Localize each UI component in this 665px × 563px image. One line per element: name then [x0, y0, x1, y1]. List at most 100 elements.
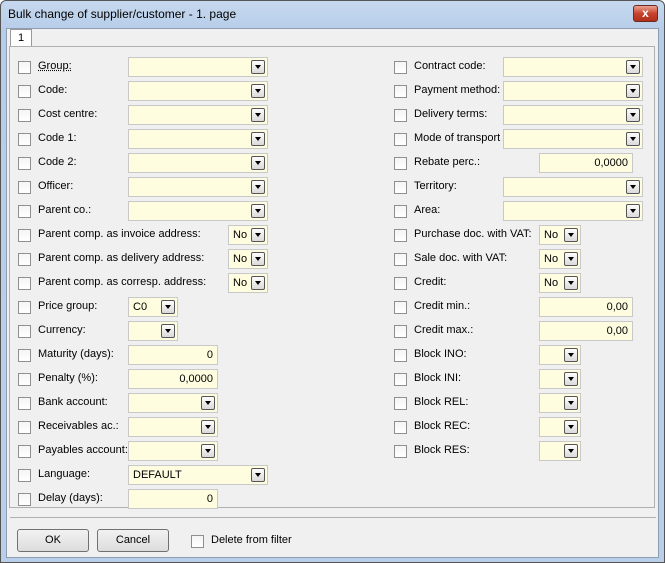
cost-centre-checkbox[interactable]: [18, 109, 31, 122]
territory-dropdown-arrow-icon[interactable]: [626, 180, 640, 194]
receivables-dropdown-arrow-icon[interactable]: [201, 420, 215, 434]
payables-checkbox[interactable]: [18, 445, 31, 458]
contract-code-dropdown-arrow-icon[interactable]: [626, 60, 640, 74]
parent-corresp-dropdown-arrow-icon[interactable]: [251, 276, 265, 290]
parent-corresp-checkbox[interactable]: [18, 277, 31, 290]
credit-min-field[interactable]: 0,00: [539, 297, 633, 317]
bank-account-field[interactable]: [128, 393, 218, 413]
territory-field[interactable]: [503, 177, 643, 197]
area-checkbox[interactable]: [394, 205, 407, 218]
cost-centre-dropdown-arrow-icon[interactable]: [251, 108, 265, 122]
block-rel-checkbox[interactable]: [394, 397, 407, 410]
parent-co-dropdown-arrow-icon[interactable]: [251, 204, 265, 218]
block-rec-field[interactable]: [539, 417, 581, 437]
contract-code-field[interactable]: [503, 57, 643, 77]
parent-invoice-dropdown-arrow-icon[interactable]: [251, 228, 265, 242]
sale-vat-dropdown-arrow-icon[interactable]: [564, 252, 578, 266]
maturity-field[interactable]: 0: [128, 345, 218, 365]
delivery-terms-field[interactable]: [503, 105, 643, 125]
language-dropdown-arrow-icon[interactable]: [251, 468, 265, 482]
block-ino-field[interactable]: [539, 345, 581, 365]
credit-dropdown-arrow-icon[interactable]: [564, 276, 578, 290]
block-ino-dropdown-arrow-icon[interactable]: [564, 348, 578, 362]
group-dropdown-arrow-icon[interactable]: [251, 60, 265, 74]
officer-dropdown-arrow-icon[interactable]: [251, 180, 265, 194]
group-checkbox[interactable]: [18, 61, 31, 74]
language-checkbox[interactable]: [18, 469, 31, 482]
mode-of-transport-dropdown-arrow-icon[interactable]: [626, 132, 640, 146]
parent-invoice-checkbox[interactable]: [18, 229, 31, 242]
payables-dropdown-arrow-icon[interactable]: [201, 444, 215, 458]
officer-field[interactable]: [128, 177, 268, 197]
tab-1[interactable]: 1: [10, 29, 32, 47]
penalty-field[interactable]: 0,0000: [128, 369, 218, 389]
delay-field[interactable]: 0: [128, 489, 218, 509]
payment-method-checkbox[interactable]: [394, 85, 407, 98]
purchase-vat-checkbox[interactable]: [394, 229, 407, 242]
credit-min-checkbox[interactable]: [394, 301, 407, 314]
area-field[interactable]: [503, 201, 643, 221]
rebate-field[interactable]: 0,0000: [539, 153, 633, 173]
block-rel-field[interactable]: [539, 393, 581, 413]
receivables-field[interactable]: [128, 417, 218, 437]
code-dropdown-arrow-icon[interactable]: [251, 84, 265, 98]
parent-corresp-field[interactable]: No: [228, 273, 268, 293]
block-rec-checkbox[interactable]: [394, 421, 407, 434]
purchase-vat-field[interactable]: No: [539, 225, 581, 245]
currency-dropdown-arrow-icon[interactable]: [161, 324, 175, 338]
ok-button[interactable]: OK: [17, 529, 89, 552]
parent-delivery-dropdown-arrow-icon[interactable]: [251, 252, 265, 266]
code-2-dropdown-arrow-icon[interactable]: [251, 156, 265, 170]
contract-code-checkbox[interactable]: [394, 61, 407, 74]
block-ino-checkbox[interactable]: [394, 349, 407, 362]
currency-checkbox[interactable]: [18, 325, 31, 338]
cost-centre-field[interactable]: [128, 105, 268, 125]
delay-checkbox[interactable]: [18, 493, 31, 506]
payment-method-field[interactable]: [503, 81, 643, 101]
delivery-terms-dropdown-arrow-icon[interactable]: [626, 108, 640, 122]
maturity-checkbox[interactable]: [18, 349, 31, 362]
delivery-terms-checkbox[interactable]: [394, 109, 407, 122]
parent-delivery-field[interactable]: No: [228, 249, 268, 269]
bank-account-dropdown-arrow-icon[interactable]: [201, 396, 215, 410]
close-button[interactable]: x: [633, 5, 658, 22]
price-group-field[interactable]: C0: [128, 297, 178, 317]
officer-checkbox[interactable]: [18, 181, 31, 194]
language-field[interactable]: DEFAULT: [128, 465, 268, 485]
parent-co-field[interactable]: [128, 201, 268, 221]
penalty-checkbox[interactable]: [18, 373, 31, 386]
code-1-field[interactable]: [128, 129, 268, 149]
sale-vat-field[interactable]: No: [539, 249, 581, 269]
code-2-field[interactable]: [128, 153, 268, 173]
mode-of-transport-field[interactable]: [503, 129, 643, 149]
area-dropdown-arrow-icon[interactable]: [626, 204, 640, 218]
currency-field[interactable]: [128, 321, 178, 341]
purchase-vat-dropdown-arrow-icon[interactable]: [564, 228, 578, 242]
credit-max-checkbox[interactable]: [394, 325, 407, 338]
cancel-button[interactable]: Cancel: [97, 529, 169, 552]
group-field[interactable]: [128, 57, 268, 77]
credit-max-field[interactable]: 0,00: [539, 321, 633, 341]
receivables-checkbox[interactable]: [18, 421, 31, 434]
bank-account-checkbox[interactable]: [18, 397, 31, 410]
block-res-dropdown-arrow-icon[interactable]: [564, 444, 578, 458]
block-res-checkbox[interactable]: [394, 445, 407, 458]
block-rel-dropdown-arrow-icon[interactable]: [564, 396, 578, 410]
price-group-dropdown-arrow-icon[interactable]: [161, 300, 175, 314]
block-ini-dropdown-arrow-icon[interactable]: [564, 372, 578, 386]
price-group-checkbox[interactable]: [18, 301, 31, 314]
payment-method-dropdown-arrow-icon[interactable]: [626, 84, 640, 98]
code-field[interactable]: [128, 81, 268, 101]
parent-delivery-checkbox[interactable]: [18, 253, 31, 266]
code-2-checkbox[interactable]: [18, 157, 31, 170]
rebate-checkbox[interactable]: [394, 157, 407, 170]
mode-of-transport-checkbox[interactable]: [394, 133, 407, 146]
payables-field[interactable]: [128, 441, 218, 461]
block-ini-field[interactable]: [539, 369, 581, 389]
parent-co-checkbox[interactable]: [18, 205, 31, 218]
code-checkbox[interactable]: [18, 85, 31, 98]
credit-checkbox[interactable]: [394, 277, 407, 290]
delete-from-filter-checkbox[interactable]: [191, 535, 204, 548]
territory-checkbox[interactable]: [394, 181, 407, 194]
block-rec-dropdown-arrow-icon[interactable]: [564, 420, 578, 434]
